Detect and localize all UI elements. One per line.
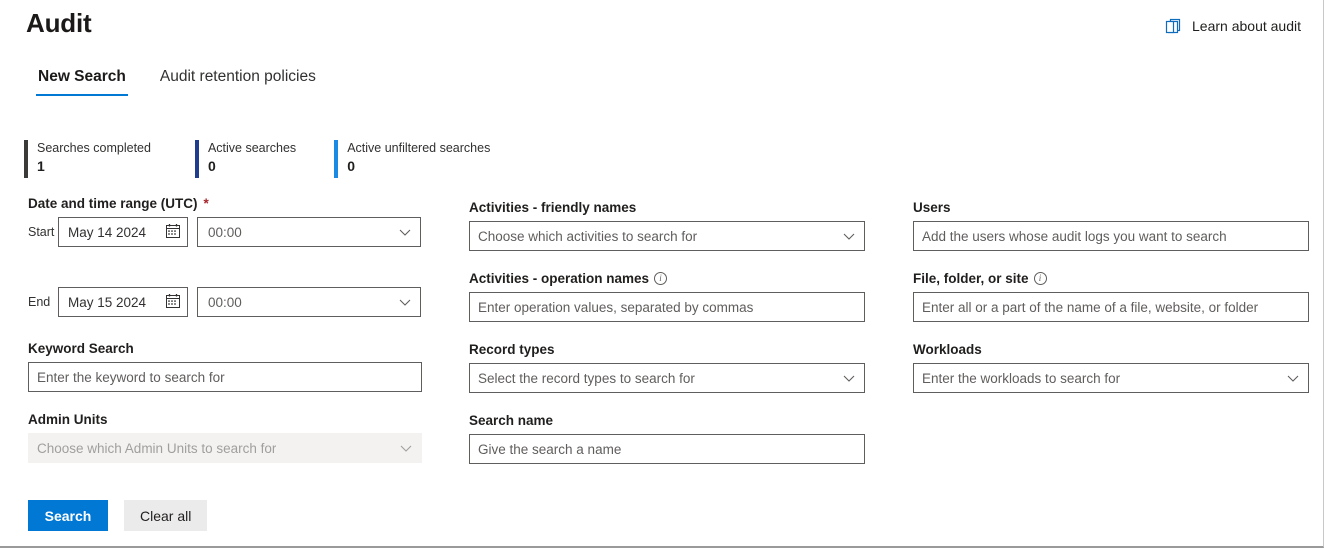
info-icon[interactable]: i (1033, 272, 1047, 285)
calendar-icon[interactable] (165, 223, 181, 242)
chevron-down-icon (399, 225, 411, 240)
learn-about-audit-label: Learn about audit (1192, 18, 1301, 34)
file-folder-site-input[interactable]: Enter all or a part of the name of a fil… (913, 292, 1309, 322)
stat-active-unfiltered-searches: Active unfiltered searches 0 (334, 140, 498, 178)
tab-bar: New Search Audit retention policies (36, 68, 318, 96)
activities-operation-names-label: Activities - operation names i (469, 271, 865, 286)
field-keyword-search: Keyword Search Enter the keyword to sear… (28, 341, 422, 392)
activities-operation-names-placeholder: Enter operation values, separated by com… (478, 299, 754, 315)
admin-units-select: Choose which Admin Units to search for (28, 433, 422, 463)
stat-active-searches: Active searches 0 (194, 140, 334, 178)
users-placeholder: Add the users whose audit logs you want … (922, 228, 1227, 244)
tab-new-search[interactable]: New Search (36, 68, 128, 96)
stat-value: 0 (347, 158, 355, 174)
record-types-label: Record types (469, 342, 555, 357)
workloads-select[interactable]: Enter the workloads to search for (913, 363, 1309, 393)
chevron-down-icon (843, 371, 855, 386)
keyword-search-input[interactable]: Enter the keyword to search for (28, 362, 422, 392)
form-actions: Search Clear all (28, 500, 208, 531)
file-folder-site-placeholder: Enter all or a part of the name of a fil… (922, 299, 1259, 315)
copy-pages-icon (1165, 17, 1183, 35)
start-time-select[interactable]: 00:00 (197, 217, 421, 247)
stat-value: 1 (37, 158, 45, 174)
stat-value: 0 (207, 158, 216, 174)
stat-label: Active searches (207, 141, 297, 155)
search-button[interactable]: Search (28, 500, 108, 531)
users-input[interactable]: Add the users whose audit logs you want … (913, 221, 1309, 251)
stat-label: Searches completed (37, 141, 151, 155)
keyword-search-label: Keyword Search (28, 341, 134, 356)
search-name-placeholder: Give the search a name (478, 441, 622, 457)
search-name-input[interactable]: Give the search a name (469, 434, 865, 464)
field-file-folder-site: File, folder, or site i Enter all or a p… (913, 271, 1309, 322)
activities-operation-names-label-text: Activities - operation names (469, 271, 650, 286)
users-label: Users (913, 200, 951, 215)
activities-friendly-names-select[interactable]: Choose which activities to search for (469, 221, 865, 251)
start-label: Start (28, 225, 55, 239)
chevron-down-icon (400, 441, 412, 456)
activities-friendly-names-label: Activities - friendly names (469, 200, 637, 215)
end-date-row: End May 15 2024 00:00 (28, 287, 422, 317)
record-types-select[interactable]: Select the record types to search for (469, 363, 865, 393)
clear-all-button[interactable]: Clear all (124, 500, 208, 531)
audit-page: Audit Learn about audit New Search Audit… (0, 0, 1324, 548)
end-date-input[interactable]: May 15 2024 (58, 287, 188, 317)
stat-searches-completed: Searches completed 1 (24, 140, 195, 178)
stat-label: Active unfiltered searches (347, 141, 491, 155)
end-time-value: 00:00 (208, 294, 242, 310)
stat-accent-bar (334, 140, 339, 178)
file-folder-site-label-text: File, folder, or site (913, 271, 1029, 286)
end-date-value: May 15 2024 (68, 294, 147, 310)
admin-units-placeholder: Choose which Admin Units to search for (37, 440, 277, 456)
start-date-input[interactable]: May 14 2024 (58, 217, 188, 247)
stats-row: Searches completed 1 Active searches 0 A… (24, 140, 498, 178)
date-time-range-label-text: Date and time range (UTC) (28, 196, 198, 211)
workloads-label: Workloads (913, 342, 982, 357)
page-title: Audit (26, 8, 92, 38)
field-activities-operation-names: Activities - operation names i Enter ope… (469, 271, 865, 322)
admin-units-label: Admin Units (28, 412, 108, 427)
file-folder-site-label: File, folder, or site i (913, 271, 1309, 286)
end-label: End (28, 295, 51, 309)
field-admin-units: Admin Units Choose which Admin Units to … (28, 412, 422, 463)
field-users: Users Add the users whose audit logs you… (913, 200, 1309, 251)
learn-about-audit-link[interactable]: Learn about audit (1165, 17, 1301, 35)
stat-accent-bar (194, 140, 199, 178)
field-activities-friendly-names: Activities - friendly names Choose which… (469, 200, 865, 251)
workloads-placeholder: Enter the workloads to search for (922, 370, 1121, 386)
date-time-range-label: Date and time range (UTC) * (28, 196, 422, 211)
tab-audit-retention-policies[interactable]: Audit retention policies (158, 68, 318, 96)
activities-operation-names-input[interactable]: Enter operation values, separated by com… (469, 292, 865, 322)
start-time-value: 00:00 (208, 224, 242, 240)
chevron-down-icon (399, 295, 411, 310)
start-date-value: May 14 2024 (68, 224, 147, 240)
field-workloads: Workloads Enter the workloads to search … (913, 342, 1309, 393)
field-record-types: Record types Select the record types to … (469, 342, 865, 393)
chevron-down-icon (843, 229, 855, 244)
chevron-down-icon (1287, 371, 1299, 386)
start-date-row: Start May 14 2024 00:00 (28, 217, 422, 247)
field-search-name: Search name Give the search a name (469, 413, 865, 464)
record-types-placeholder: Select the record types to search for (478, 370, 695, 386)
keyword-search-placeholder: Enter the keyword to search for (37, 369, 225, 385)
end-time-select[interactable]: 00:00 (197, 287, 421, 317)
field-date-time-range: Date and time range (UTC) * Start May 14… (28, 196, 422, 317)
info-icon[interactable]: i (654, 272, 668, 285)
activities-friendly-names-placeholder: Choose which activities to search for (478, 228, 698, 244)
required-marker: * (203, 196, 209, 211)
stat-accent-bar (24, 140, 28, 178)
search-name-label: Search name (469, 413, 554, 428)
calendar-icon[interactable] (165, 293, 181, 312)
